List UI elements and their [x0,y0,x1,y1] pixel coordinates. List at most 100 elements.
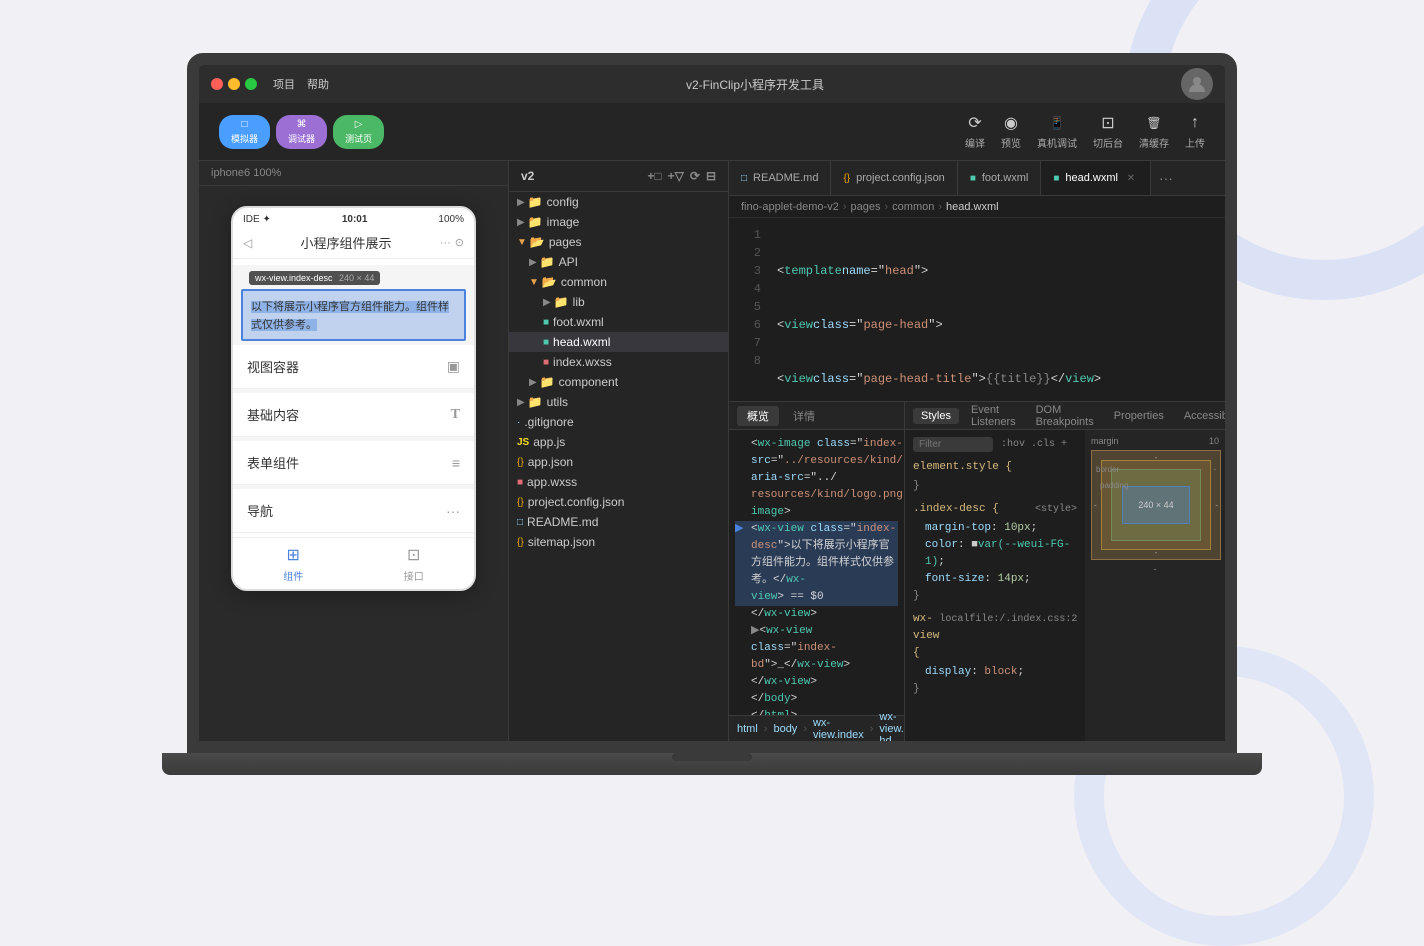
code-editor: 1 2 3 4 5 6 7 8 <template name="head"> <… [729,218,1225,401]
tab-foot-wxml[interactable]: ■ foot.wxml [958,161,1042,195]
laptop-notch [672,753,752,761]
css-block-element-style: element.style { } [913,459,1077,495]
collapse-icon[interactable]: ⊟ [706,169,716,183]
tree-item-component[interactable]: ▶ 📁 component [509,372,728,392]
toolbar-left: □ 模拟器 ⌘ 调试器 ▷ 测试页 [219,115,384,149]
laptop-container: 项目 帮助 v2-FinClip小程序开发工具 □ 模拟器 [162,53,1262,813]
debug-line: </wx-view> [735,606,898,623]
tree-item-index-wxss[interactable]: ■ index.wxss [509,352,728,372]
css-block-index-desc: .index-desc { <style> margin-top: 10px; [913,501,1077,605]
styles-tab-bar: Styles Event Listeners DOM Breakpoints P… [905,402,1225,430]
tree-item-app-wxss[interactable]: ■ app.wxss [509,472,728,492]
toolbar-clear-cache-btn[interactable]: 🗑 清缓存 [1139,113,1169,150]
filter-input[interactable] [913,437,993,452]
interface-nav-icon: ⊡ [403,544,425,566]
toolbar-testpage-btn[interactable]: ▷ 测试页 [333,115,384,149]
debug-line-highlighted: ▶ <wx-view class="index-desc">以下将展示小程序官方… [735,521,898,589]
tab-close-icon[interactable]: ✕ [1124,171,1138,185]
tree-item-api[interactable]: ▶ 📁 API [509,252,728,272]
tree-item-gitignore[interactable]: · .gitignore [509,412,728,432]
element-tag-wx-view-index-hd[interactable]: wx-view.index-hd [879,711,905,742]
style-tab-accessibility[interactable]: Accessibility [1176,408,1225,424]
title-bar: 项目 帮助 v2-FinClip小程序开发工具 [199,65,1225,103]
css-block-wx-view: wx-view { localfile:/.index.css:2 displa… [913,611,1077,698]
highlighted-element: 以下将展示小程序官方组件能力。组件样式仅供参考。 [241,289,466,341]
debug-code: <wx-image class="index-logo" src="../res… [729,430,904,715]
highlighted-text: 以下将展示小程序官方组件能力。组件样式仅供参考。 [251,301,449,331]
toolbar-right: ⟳ 编译 ◉ 预览 📱 真机调试 ⊡ 切后台 [965,113,1205,150]
window-min-btn[interactable] [228,78,240,90]
tree-item-common[interactable]: ▼ 📂 common [509,272,728,292]
box-model-visual: - - - - border - [1091,450,1221,560]
tab-project-config[interactable]: {} project.config.json [831,161,957,195]
tree-item-head-wxml[interactable]: ■ head.wxml [509,332,728,352]
filter-bar: :hov .cls + [913,436,1077,453]
nav-item-component[interactable]: ⊞ 组件 [233,544,354,583]
style-tab-event-listeners[interactable]: Event Listeners [963,402,1024,430]
app-title: v2-FinClip小程序开发工具 [686,76,824,93]
component-tooltip: wx-view.index-desc 240 × 44 [249,271,380,285]
tab-more-btn[interactable]: ··· [1151,170,1181,186]
toolbar-device-debug-btn[interactable]: 📱 真机调试 [1037,113,1077,150]
tree-item-utils[interactable]: ▶ 📁 utils [509,392,728,412]
main-content: iphone6 100% IDE ✦ 10:01 100% ◁ [199,161,1225,741]
element-tag-html[interactable]: html [737,723,758,735]
window-max-btn[interactable] [245,78,257,90]
tab-head-wxml[interactable]: ■ head.wxml ✕ [1041,161,1151,195]
tree-item-project-config[interactable]: {} project.config.json [509,492,728,512]
tree-item-lib[interactable]: ▶ 📁 lib [509,292,728,312]
component-nav-icon: ⊞ [282,544,304,566]
bottom-panel: 概览 详情 <wx-image class="index-logo" src="… [729,401,1225,741]
style-tab-properties[interactable]: Properties [1106,408,1172,424]
tree-item-pages[interactable]: ▼ 📂 pages [509,232,728,252]
toolbar-preview-btn[interactable]: ◉ 预览 [1001,113,1021,150]
device-label: iphone6 100% [199,161,508,186]
filter-pseudo-tag[interactable]: :hov .cls + [1001,436,1067,453]
component-section-views: 视图容器 ▣ [233,345,474,389]
toolbar: □ 模拟器 ⌘ 调试器 ▷ 测试页 ⟳ 编译 [199,103,1225,161]
toolbar-debugger-btn[interactable]: ⌘ 调试器 [276,115,327,149]
new-file-icon[interactable]: +□ [647,169,661,183]
menu-project[interactable]: 项目 [273,76,295,92]
debug-line: resources/kind/logo.png">_</wx-image> [735,487,898,521]
toolbar-compile-btn[interactable]: ⟳ 编译 [965,113,985,150]
styles-content: :hov .cls + element.style { } [905,430,1225,741]
menu-help[interactable]: 帮助 [307,76,329,92]
new-folder-icon[interactable]: +▽ [668,169,684,183]
nav-item-interface[interactable]: ⊡ 接口 [354,544,475,583]
tree-item-foot-wxml[interactable]: ■ foot.wxml [509,312,728,332]
style-tab-dom-breakpoints[interactable]: DOM Breakpoints [1028,402,1102,430]
debug-tab-overview[interactable]: 概览 [737,406,779,426]
refresh-icon[interactable]: ⟳ [690,169,700,183]
debug-line: <wx-image class="index-logo" src="../res… [735,436,898,487]
tree-item-sitemap[interactable]: {} sitemap.json [509,532,728,552]
phone-content: wx-view.index-desc 240 × 44 以下将展示小程序官方组件… [233,265,474,533]
toolbar-background-btn[interactable]: ⊡ 切后台 [1093,113,1123,150]
tree-item-config[interactable]: ▶ 📁 config [509,192,728,212]
laptop-screen: 项目 帮助 v2-FinClip小程序开发工具 □ 模拟器 [187,53,1237,753]
css-source-link-2[interactable]: localfile:/.index.css:2 [939,611,1077,664]
element-tag-wx-view-index[interactable]: wx-view.index [813,717,864,741]
debug-left: 概览 详情 <wx-image class="index-logo" src="… [729,402,905,741]
toolbar-upload-btn[interactable]: ↑ 上传 [1185,113,1205,150]
toolbar-simulator-btn[interactable]: □ 模拟器 [219,115,270,149]
css-source-link[interactable]: <style> [1035,501,1077,520]
tree-item-readme[interactable]: □ README.md [509,512,728,532]
tree-item-app-js[interactable]: JS app.js [509,432,728,452]
ide-window: 项目 帮助 v2-FinClip小程序开发工具 □ 模拟器 [199,65,1225,741]
line-numbers: 1 2 3 4 5 6 7 8 [729,218,769,401]
window-close-btn[interactable] [211,78,223,90]
style-tab-styles[interactable]: Styles [913,408,959,424]
phone-mockup: IDE ✦ 10:01 100% ◁ 小程序组件展示 ··· ⊙ [231,206,476,591]
box-padding: padding 240 × 44 [1111,469,1201,541]
title-bar-right [1181,68,1213,100]
debug-line: </wx-view> [735,674,898,691]
box-margin: - - - - border - [1091,450,1221,560]
tree-item-image[interactable]: ▶ 📁 image [509,212,728,232]
element-tag-body[interactable]: body [773,723,797,735]
debug-area: 概览 详情 <wx-image class="index-logo" src="… [729,402,1225,741]
debug-tab-detail[interactable]: 详情 [783,406,825,426]
tab-readme[interactable]: □ README.md [729,161,831,195]
tree-item-app-json[interactable]: {} app.json [509,452,728,472]
avatar[interactable] [1181,68,1213,100]
